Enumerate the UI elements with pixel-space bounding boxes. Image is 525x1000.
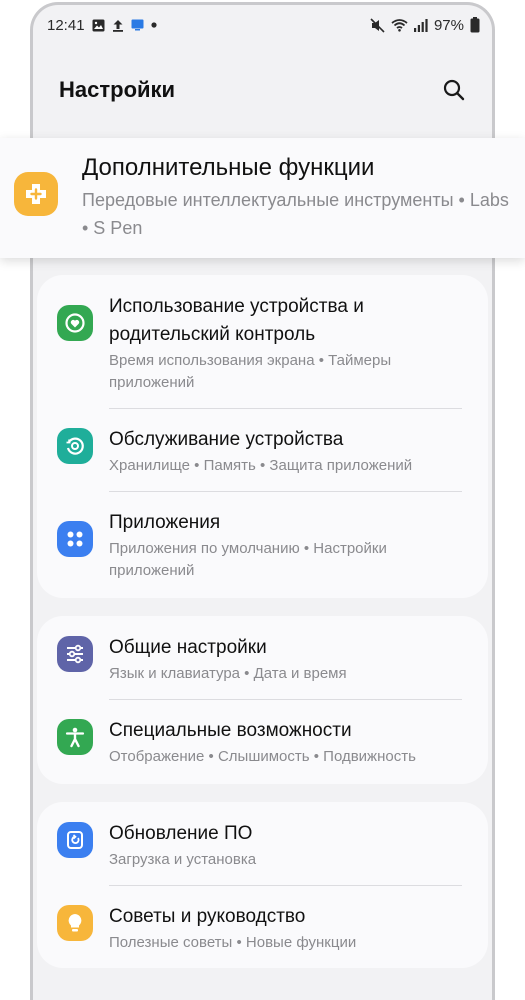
list-item-general-management[interactable]: Общие настройки Язык и клавиатура • Дата… bbox=[37, 616, 488, 699]
battery-percent: 97% bbox=[433, 16, 464, 34]
dot-icon bbox=[150, 22, 157, 28]
lightbulb-icon bbox=[57, 905, 93, 941]
battery-icon bbox=[470, 17, 480, 33]
image-icon bbox=[92, 19, 105, 32]
settings-group-support: Обновление ПО Загрузка и установка Совет… bbox=[37, 802, 488, 968]
item-subtitle: Полезные советы • Новые функции bbox=[109, 934, 357, 951]
item-subtitle: Передовые интеллектуальные инструменты •… bbox=[82, 190, 509, 238]
item-title: Общие настройки bbox=[109, 637, 267, 658]
item-subtitle: Хранилище • Память • Защита приложений bbox=[109, 457, 413, 474]
item-subtitle: Загрузка и установка bbox=[109, 851, 257, 868]
list-item-digital-wellbeing[interactable]: Использование устройства и родительский … bbox=[37, 275, 488, 408]
plus-puzzle-icon bbox=[14, 172, 58, 216]
settings-group-device: Использование устройства и родительский … bbox=[37, 275, 488, 598]
item-subtitle: Язык и клавиатура • Дата и время bbox=[109, 665, 347, 682]
list-item-tips[interactable]: Советы и руководство Полезные советы • Н… bbox=[37, 885, 488, 968]
status-time: 12:41 bbox=[47, 16, 85, 34]
device-care-icon bbox=[57, 428, 93, 464]
item-subtitle: Отображение • Слышимость • Подвижность bbox=[109, 748, 416, 765]
item-title: Обслуживание устройства bbox=[109, 429, 344, 450]
search-icon[interactable] bbox=[440, 76, 468, 104]
upload-icon bbox=[112, 19, 124, 32]
list-item-device-care[interactable]: Обслуживание устройства Хранилище • Памя… bbox=[37, 408, 488, 491]
status-bar: 12:41 97% bbox=[33, 5, 492, 45]
list-item-apps[interactable]: Приложения Приложения по умолчанию • Нас… bbox=[37, 491, 488, 598]
item-title: Советы и руководство bbox=[109, 906, 306, 927]
item-title: Обновление ПО bbox=[109, 823, 253, 844]
sliders-icon bbox=[57, 636, 93, 672]
page-title: Настройки bbox=[59, 77, 176, 102]
item-title: Дополнительные функции bbox=[82, 154, 375, 181]
digital-wellbeing-icon bbox=[57, 305, 93, 341]
list-item-software-update[interactable]: Обновление ПО Загрузка и установка bbox=[37, 802, 488, 885]
accessibility-icon bbox=[57, 719, 93, 755]
settings-group-general: Общие настройки Язык и клавиатура • Дата… bbox=[37, 616, 488, 784]
cast-icon bbox=[131, 19, 144, 31]
mute-icon bbox=[370, 17, 385, 33]
list-item-accessibility[interactable]: Специальные возможности Отображение • Сл… bbox=[37, 699, 488, 784]
software-update-icon bbox=[57, 822, 93, 858]
signal-icon bbox=[413, 18, 428, 32]
apps-icon bbox=[57, 521, 93, 557]
item-title: Использование устройства и родительский … bbox=[109, 296, 364, 345]
wifi-icon bbox=[391, 18, 408, 32]
app-bar: Настройки bbox=[33, 45, 492, 143]
item-title: Специальные возможности bbox=[109, 720, 352, 741]
list-item-advanced-features[interactable]: Дополнительные функции Передовые интелле… bbox=[0, 138, 525, 258]
item-subtitle: Время использования экрана • Таймеры при… bbox=[109, 352, 392, 391]
item-title: Приложения bbox=[109, 512, 221, 533]
item-subtitle: Приложения по умолчанию • Настройки прил… bbox=[109, 540, 387, 579]
